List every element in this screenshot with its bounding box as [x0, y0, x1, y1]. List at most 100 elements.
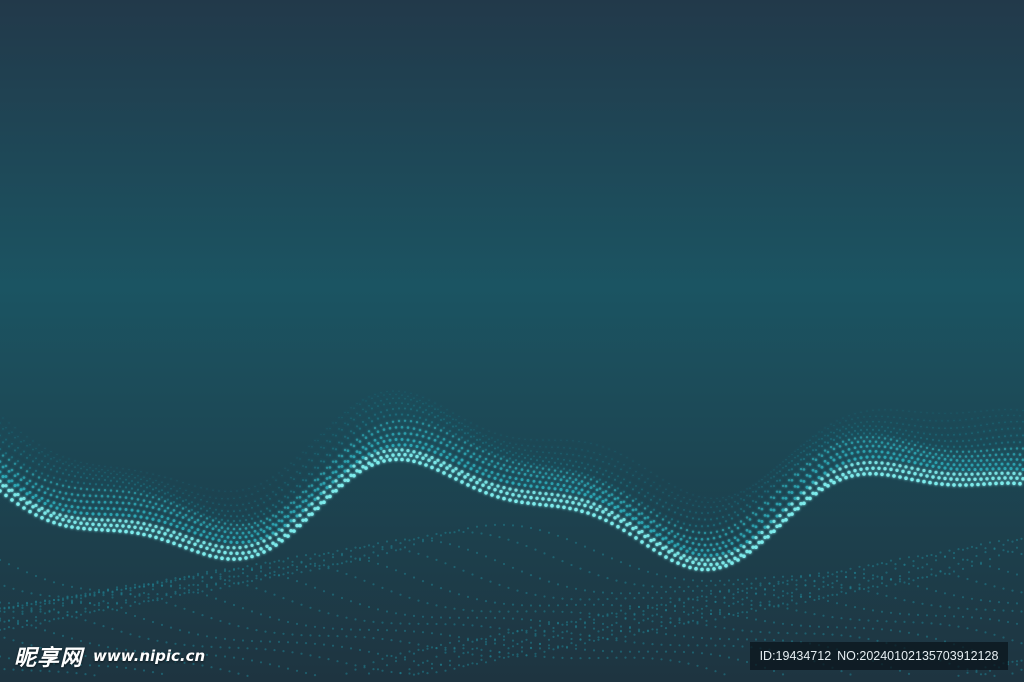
particle-dot [88, 482, 92, 486]
particle-dot [673, 604, 677, 607]
particle-dot [340, 596, 344, 600]
particle-dot [534, 610, 537, 613]
particle-dot [55, 495, 59, 499]
particle-dot [660, 643, 663, 646]
particle-dot [464, 425, 466, 428]
particle-dot [581, 449, 583, 451]
particle-dot [112, 528, 116, 533]
particle-dot [187, 502, 191, 505]
particle-dot [439, 616, 443, 619]
particle-dot [277, 500, 281, 503]
particle-dot [598, 495, 602, 499]
particle-dot [814, 458, 818, 462]
particle-dot [565, 538, 569, 541]
particle-dot [476, 425, 478, 427]
particle-dot [992, 422, 994, 425]
particle-dot [124, 587, 128, 590]
particle-dot [151, 506, 155, 509]
particle-dot [838, 436, 842, 439]
particle-dot [511, 461, 515, 464]
particle-dot [547, 486, 551, 490]
particle-dot [244, 545, 248, 549]
particle-dot [727, 613, 731, 616]
particle-dot [602, 446, 604, 448]
particle-dot [106, 602, 110, 605]
particle-dot [1020, 610, 1023, 613]
particle-dot [1000, 462, 1004, 466]
particle-dot [520, 468, 524, 471]
particle-dot [669, 601, 672, 604]
particle-dot [167, 491, 169, 494]
particle-dot [570, 620, 573, 623]
particle-dot [691, 651, 695, 654]
particle-dot [23, 450, 25, 453]
particle-dot [601, 628, 605, 631]
particle-dot [417, 648, 420, 652]
particle-dot [268, 527, 272, 530]
particle-dot [469, 444, 473, 447]
particle-dot [205, 525, 209, 529]
particle-dot [484, 457, 488, 461]
particle-dot [745, 616, 749, 619]
particle-dot [862, 432, 866, 435]
particle-dot [507, 538, 510, 541]
particle-dot [336, 549, 339, 552]
particle-dot [328, 494, 332, 499]
particle-dot [193, 531, 197, 535]
particle-dot [553, 461, 557, 464]
particle-dot [119, 471, 121, 474]
particle-dot [997, 619, 1001, 622]
particle-dot [232, 638, 236, 641]
particle-dot [778, 523, 782, 528]
particle-dot [722, 497, 724, 499]
particle-dot [133, 483, 137, 486]
particle-dot [390, 654, 393, 658]
particle-dot [266, 480, 268, 482]
particle-dot [624, 640, 627, 643]
particle-dot [232, 567, 236, 571]
particle-dot [949, 477, 953, 481]
particle-dot [124, 529, 128, 534]
particle-dot [154, 502, 158, 506]
particle-dot [283, 495, 287, 498]
particle-dot [445, 432, 449, 435]
particle-dot [19, 453, 23, 456]
particle-dot [607, 512, 611, 517]
particle-dot [44, 455, 46, 457]
particle-dot [14, 427, 16, 429]
particle-dot [922, 468, 926, 473]
particle-dot [998, 421, 1000, 424]
particle-dot [984, 547, 987, 550]
particle-dot [904, 454, 908, 458]
particle-dot [602, 460, 604, 463]
particle-dot [371, 397, 373, 400]
particle-dot [862, 449, 866, 453]
particle-dot [731, 496, 733, 499]
particle-dot [713, 501, 715, 503]
particle-dot [223, 568, 227, 571]
particle-dot [844, 453, 848, 457]
particle-dot [145, 494, 149, 497]
particle-dot [529, 626, 533, 629]
particle-dot [73, 520, 77, 525]
particle-dot [895, 447, 899, 451]
particle-dot [282, 632, 285, 635]
particle-dot [219, 646, 222, 649]
particle-dot [490, 493, 494, 497]
particle-dot [634, 536, 638, 540]
particle-dot [529, 646, 533, 649]
particle-dot [802, 468, 806, 471]
particle-dot [595, 471, 599, 474]
particle-dot [408, 672, 411, 675]
particle-dot [475, 551, 479, 555]
particle-dot [300, 634, 303, 637]
particle-dot [307, 503, 311, 507]
particle-dot [565, 646, 569, 649]
particle-dot [658, 541, 662, 546]
particle-dot [957, 674, 960, 677]
particle-dot [856, 450, 860, 454]
particle-dot [937, 448, 941, 452]
particle-dot [256, 552, 260, 557]
particle-dot [772, 605, 776, 608]
particle-dot [940, 482, 944, 486]
